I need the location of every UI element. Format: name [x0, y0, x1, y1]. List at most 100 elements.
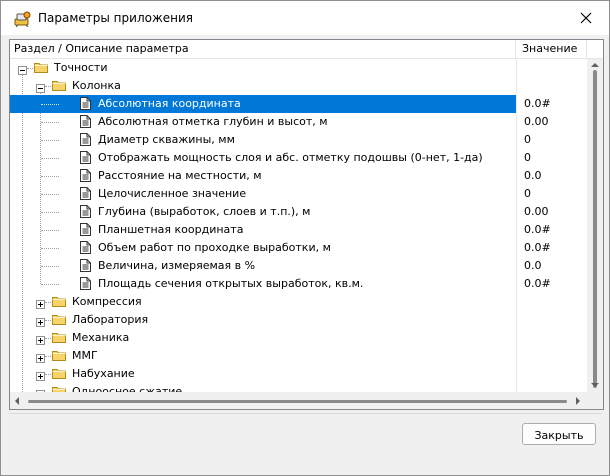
row-value-cell[interactable]	[524, 347, 584, 365]
title-bar[interactable]: Параметры приложения	[1, 1, 609, 35]
scroll-up-arrow-icon[interactable]	[591, 63, 599, 67]
scroll-down-arrow-icon[interactable]	[591, 383, 599, 387]
row-value-cell[interactable]: 0.00	[524, 113, 584, 131]
row-label: Расстояние на местности, м	[98, 169, 262, 182]
tree-connector-line	[41, 158, 59, 159]
column-separator	[516, 221, 517, 239]
vertical-scrollbar[interactable]	[587, 59, 603, 392]
row-description-cell[interactable]: Глубина (выработок, слоев и т.п.), м	[10, 203, 516, 221]
collapse-icon[interactable]	[18, 63, 27, 75]
tree-param-row[interactable]: Диаметр скважины, мм 0	[10, 131, 588, 149]
tree-param-row[interactable]: Величина, измеряемая в % 0.0	[10, 257, 588, 275]
tree-param-row[interactable]: Планшетная координата 0.0#	[10, 221, 588, 239]
tree-param-row[interactable]: Абсолютная координата 0.0#	[10, 95, 588, 113]
tree-param-row[interactable]: Площадь сечения открытых выработок, кв.м…	[10, 275, 588, 293]
row-description-cell[interactable]: Расстояние на местности, м	[10, 167, 516, 185]
row-description-cell[interactable]: Колонка	[10, 77, 516, 95]
row-description-cell[interactable]: Абсолютная отметка глубин и высот, м	[10, 113, 516, 131]
row-description-cell[interactable]: Набухание	[10, 365, 516, 383]
tree-folder-row[interactable]: ММГ	[10, 347, 588, 365]
expand-icon[interactable]	[36, 369, 45, 381]
row-label: Лаборатория	[72, 313, 149, 326]
tree-connector-line	[45, 86, 51, 87]
tree-param-row[interactable]: Объем работ по проходке выработки, м 0.0#	[10, 239, 588, 257]
tree-folder-row[interactable]: Одноосное сжатие	[10, 383, 588, 392]
close-icon	[580, 12, 592, 24]
row-description-cell[interactable]: Механика	[10, 329, 516, 347]
row-description-cell[interactable]: Одноосное сжатие	[10, 383, 516, 392]
row-value-cell[interactable]	[524, 59, 584, 77]
scroll-right-arrow-icon[interactable]	[576, 397, 580, 405]
row-description-cell[interactable]: Лаборатория	[10, 311, 516, 329]
row-value-cell[interactable]: 0	[524, 131, 584, 149]
row-label: Глубина (выработок, слоев и т.п.), м	[98, 205, 311, 218]
expand-icon[interactable]	[36, 315, 45, 327]
row-value-cell[interactable]: 0.0	[524, 257, 584, 275]
parameter-tree[interactable]: Раздел / Описание параметра Значение Точ…	[9, 39, 604, 410]
row-description-cell[interactable]: Отображать мощность слоя и абс. отметку …	[10, 149, 516, 167]
row-description-cell[interactable]: Диаметр скважины, мм	[10, 131, 516, 149]
collapse-icon[interactable]	[36, 81, 45, 93]
dialog-window: Параметры приложения Раздел / Описание п…	[0, 0, 610, 476]
row-description-cell[interactable]: Точности	[10, 59, 516, 77]
column-separator	[516, 275, 517, 293]
row-description-cell[interactable]: Абсолютная координата	[10, 95, 516, 113]
column-separator	[516, 59, 517, 77]
vertical-scroll-thumb[interactable]	[593, 70, 597, 388]
tree-connector-line	[41, 194, 59, 195]
tree-folder-row[interactable]: Колонка	[10, 77, 588, 95]
row-value-cell[interactable]: 0.00	[524, 203, 584, 221]
column-header-description[interactable]: Раздел / Описание параметра	[10, 40, 516, 58]
horizontal-scrollbar[interactable]	[10, 392, 587, 409]
row-value-cell[interactable]	[524, 311, 584, 329]
expand-icon[interactable]	[36, 297, 45, 309]
row-description-cell[interactable]: Компрессия	[10, 293, 516, 311]
close-dialog-button[interactable]: Закрыть	[522, 423, 596, 445]
tree-folder-row[interactable]: Набухание	[10, 365, 588, 383]
tree-param-row[interactable]: Глубина (выработок, слоев и т.п.), м 0.00	[10, 203, 588, 221]
tree-param-row[interactable]: Целочисленное значение 0	[10, 185, 588, 203]
tree-header: Раздел / Описание параметра Значение	[10, 40, 603, 59]
row-value-cell[interactable]	[524, 329, 584, 347]
tree-folder-row[interactable]: Механика	[10, 329, 588, 347]
row-value-cell[interactable]: 0.0#	[524, 239, 584, 257]
scroll-left-arrow-icon[interactable]	[15, 397, 19, 405]
row-value-cell[interactable]	[524, 293, 584, 311]
row-label: Механика	[72, 331, 130, 344]
tree-folder-row[interactable]: Лаборатория	[10, 311, 588, 329]
expand-icon[interactable]	[36, 351, 45, 363]
row-value-cell[interactable]: 0.0#	[524, 95, 584, 113]
tree-connector-line	[41, 212, 59, 213]
row-value-cell[interactable]: 0	[524, 149, 584, 167]
close-dialog-button-label: Закрыть	[534, 429, 584, 442]
row-value-cell[interactable]: 0.0#	[524, 275, 584, 293]
tree-param-row[interactable]: Отображать мощность слоя и абс. отметку …	[10, 149, 588, 167]
row-label: Отображать мощность слоя и абс. отметку …	[98, 151, 483, 164]
row-value-cell[interactable]: 0.0#	[524, 221, 584, 239]
tree-connector-line	[41, 248, 59, 249]
row-value-cell[interactable]: 0.0	[524, 167, 584, 185]
horizontal-scroll-thumb[interactable]	[28, 400, 567, 403]
row-value-cell[interactable]	[524, 383, 584, 392]
tree-connector-line	[45, 338, 51, 339]
row-label: Величина, измеряемая в %	[98, 259, 256, 272]
tree-param-row[interactable]: Абсолютная отметка глубин и высот, м 0.00	[10, 113, 588, 131]
expand-icon[interactable]	[36, 333, 45, 345]
tree-folder-row[interactable]: Компрессия	[10, 293, 588, 311]
row-description-cell[interactable]: ММГ	[10, 347, 516, 365]
row-label: Одноосное сжатие	[72, 385, 183, 392]
tree-param-row[interactable]: Расстояние на местности, м 0.0	[10, 167, 588, 185]
tree-folder-row[interactable]: Точности	[10, 59, 588, 77]
column-separator	[516, 257, 517, 275]
column-header-value[interactable]: Значение	[517, 40, 587, 58]
row-description-cell[interactable]: Объем работ по проходке выработки, м	[10, 239, 516, 257]
row-description-cell[interactable]: Целочисленное значение	[10, 185, 516, 203]
row-description-cell[interactable]: Величина, измеряемая в %	[10, 257, 516, 275]
row-description-cell[interactable]: Планшетная координата	[10, 221, 516, 239]
row-value-cell[interactable]: 0	[524, 185, 584, 203]
window-close-button[interactable]	[569, 5, 603, 31]
row-description-cell[interactable]: Площадь сечения открытых выработок, кв.м…	[10, 275, 516, 293]
row-value-cell[interactable]	[524, 365, 584, 383]
row-value-cell[interactable]	[524, 77, 584, 95]
column-separator	[516, 95, 517, 113]
